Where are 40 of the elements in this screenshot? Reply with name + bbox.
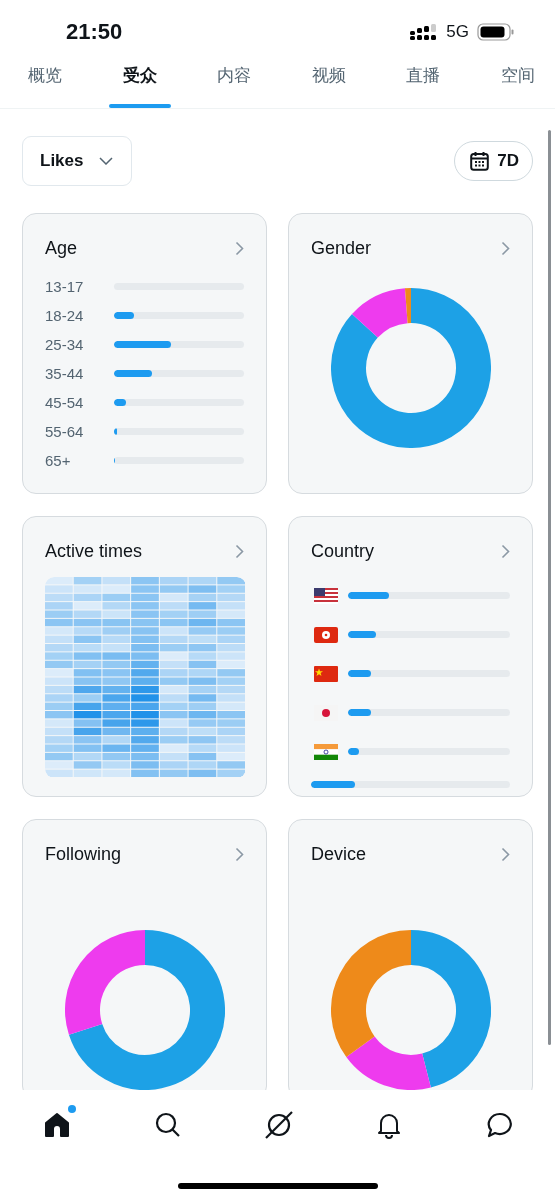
age-label: 25-34 — [45, 336, 85, 353]
card-title: Age — [45, 237, 78, 259]
status-time: 21:50 — [66, 19, 124, 45]
card-title: Gender — [311, 237, 372, 259]
chat-bubble-icon[interactable] — [486, 1111, 514, 1139]
age-label: 65+ — [45, 452, 72, 469]
age-label: 55-64 — [45, 423, 85, 440]
tab[interactable]: 空间 — [486, 64, 549, 108]
card-title: Active times — [45, 540, 143, 562]
chevron-right-icon[interactable] — [235, 240, 244, 256]
chevron-right-icon[interactable] — [501, 240, 510, 256]
period-button[interactable]: 7D — [454, 141, 533, 181]
age-label: 18-24 — [45, 307, 85, 324]
chevron-right-icon[interactable] — [235, 846, 244, 862]
age-label: 45-54 — [45, 394, 85, 411]
chevron-right-icon[interactable] — [235, 543, 244, 559]
battery-icon — [477, 23, 515, 41]
flag-icon — [314, 743, 338, 760]
slashed-circle-icon[interactable] — [263, 1110, 294, 1140]
card-title: Country — [311, 540, 375, 562]
search-icon[interactable] — [153, 1111, 182, 1139]
flag-icon — [314, 587, 338, 604]
tab[interactable]: 概览 — [14, 64, 76, 108]
age-label: 35-44 — [45, 365, 85, 382]
metric-dropdown[interactable]: Likes — [22, 136, 133, 186]
tab[interactable]: 视频 — [297, 64, 360, 108]
flag-icon — [314, 626, 338, 643]
network-label: 5G — [446, 22, 469, 42]
flag-icon — [314, 665, 338, 682]
card-title: Device — [311, 843, 367, 865]
tab[interactable]: 直播 — [392, 64, 455, 108]
chevron-down-icon — [99, 157, 114, 165]
card-title: Following — [45, 843, 122, 865]
age-label: 13-17 — [45, 278, 85, 295]
chevron-right-icon[interactable] — [501, 543, 510, 559]
calendar-icon — [470, 151, 490, 171]
tab[interactable]: 受众 — [108, 64, 171, 108]
home-icon[interactable] — [43, 1111, 71, 1139]
tab[interactable]: 内容 — [203, 64, 266, 108]
chevron-right-icon[interactable] — [501, 846, 510, 862]
